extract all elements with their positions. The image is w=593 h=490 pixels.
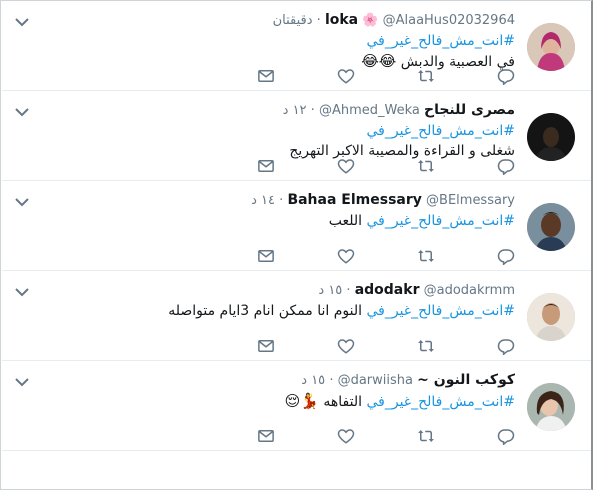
tweet-actions [255,427,515,447]
tweet-header: كوكب النون ~ @darwiisha · ١٥ د [42,371,515,390]
display-name[interactable]: loka [325,12,358,28]
separator-dot: · [310,103,315,118]
timestamp[interactable]: ١٢ د [283,103,307,118]
retweet-icon[interactable] [417,157,435,175]
like-icon[interactable] [337,427,355,445]
tweet[interactable]: Bahaa Elmessary @BElmessary · ١٤ د #انت_… [2,181,591,271]
timestamp[interactable]: ١٥ د [318,283,342,298]
timestamp[interactable]: دقيقتان [273,13,313,28]
reply-icon[interactable] [497,67,515,85]
flower-emoji: 🌸 [362,13,379,28]
timestamp[interactable]: ١٥ د [301,373,325,388]
retweet-icon[interactable] [417,67,435,85]
tweet-header: adodakr @adodakrmm · ١٥ د [42,281,515,300]
separator-dot: · [316,13,321,28]
tweet-actions [255,247,515,267]
tweet-header: loka 🌸 @AlaaHus02032964 · دقيقتان [42,11,515,30]
chevron-down-icon[interactable] [14,283,30,297]
tweet-header: Bahaa Elmessary @BElmessary · ١٤ د [42,191,515,210]
tweet-header: مصرى للنجاح @Ahmed_Weka · ١٢ د [42,101,515,120]
user-handle[interactable]: @darwiisha [338,373,413,388]
avatar[interactable] [527,113,575,161]
user-handle[interactable]: @Ahmed_Weka [319,103,420,118]
tweet-text: #انت_مش_فالح_غير_في النوم انا ممكن انام … [42,301,515,321]
tweet[interactable]: loka 🌸 @AlaaHus02032964 · دقيقتان #انت_م… [2,1,591,91]
emoji: 💃😌 [284,392,319,410]
tweet-actions [255,67,515,87]
hashtag-link[interactable]: #انت_مش_فالح_غير_في [366,213,515,229]
tweet[interactable]: كوكب النون ~ @darwiisha · ١٥ د #انت_مش_ف… [2,361,591,451]
separator-dot: · [346,283,351,298]
display-name[interactable]: مصرى للنجاح [424,102,515,118]
like-icon[interactable] [337,67,355,85]
direct-message-icon[interactable] [257,247,275,265]
direct-message-icon[interactable] [257,427,275,445]
hashtag-link[interactable]: #انت_مش_فالح_غير_في [366,303,515,319]
tweet-body-text: النوم انا ممكن انام 3ايام متواصله [168,303,363,319]
chevron-down-icon[interactable] [14,373,30,387]
like-icon[interactable] [337,337,355,355]
tweet-actions [255,157,515,177]
direct-message-icon[interactable] [257,157,275,175]
tweet-actions [255,337,515,357]
reply-icon[interactable] [497,337,515,355]
chevron-down-icon[interactable] [14,103,30,117]
tweet[interactable]: مصرى للنجاح @Ahmed_Weka · ١٢ د #انت_مش_ف… [2,91,591,181]
chevron-down-icon[interactable] [14,193,30,207]
avatar[interactable] [527,23,575,71]
tweet[interactable]: adodakr @adodakrmm · ١٥ د #انت_مش_فالح_غ… [2,271,591,361]
retweet-icon[interactable] [417,247,435,265]
tweet-text: #انت_مش_فالح_غير_في اللعب [42,211,515,231]
tweet-body-text: اللعب [328,213,363,229]
user-handle[interactable]: @AlaaHus02032964 [383,13,515,28]
chevron-down-icon[interactable] [14,13,30,27]
reply-icon[interactable] [497,247,515,265]
retweet-icon[interactable] [417,337,435,355]
timestamp[interactable]: ١٤ د [251,193,275,208]
avatar[interactable] [527,293,575,341]
hashtag-link[interactable]: #انت_مش_فالح_غير_في [366,33,515,49]
display-name[interactable]: كوكب النون ~ [417,372,515,388]
reply-icon[interactable] [497,157,515,175]
avatar[interactable] [527,383,575,431]
tweet-body-text: التفاهه [323,394,363,410]
tweet-text: #انت_مش_فالح_غير_في شغلى و القراءة والمص… [42,121,515,161]
timeline: loka 🌸 @AlaaHus02032964 · دقيقتان #انت_م… [0,0,593,490]
like-icon[interactable] [337,157,355,175]
tweet-text: #انت_مش_فالح_غير_في التفاهه 💃😌 [42,391,515,412]
user-handle[interactable]: @BElmessary [426,193,515,208]
display-name[interactable]: Bahaa Elmessary [287,192,421,208]
separator-dot: · [329,373,334,388]
avatar[interactable] [527,203,575,251]
hashtag-link[interactable]: #انت_مش_فالح_غير_في [366,394,515,410]
display-name[interactable]: adodakr [355,282,420,298]
retweet-icon[interactable] [417,427,435,445]
hashtag-link[interactable]: #انت_مش_فالح_غير_في [366,123,515,139]
like-icon[interactable] [337,247,355,265]
reply-icon[interactable] [497,427,515,445]
direct-message-icon[interactable] [257,337,275,355]
user-handle[interactable]: @adodakrmm [424,283,515,298]
separator-dot: · [279,193,284,208]
tweet-text: #انت_مش_فالح_غير_في في العصبية والدبش 😂😂 [42,31,515,72]
direct-message-icon[interactable] [257,67,275,85]
